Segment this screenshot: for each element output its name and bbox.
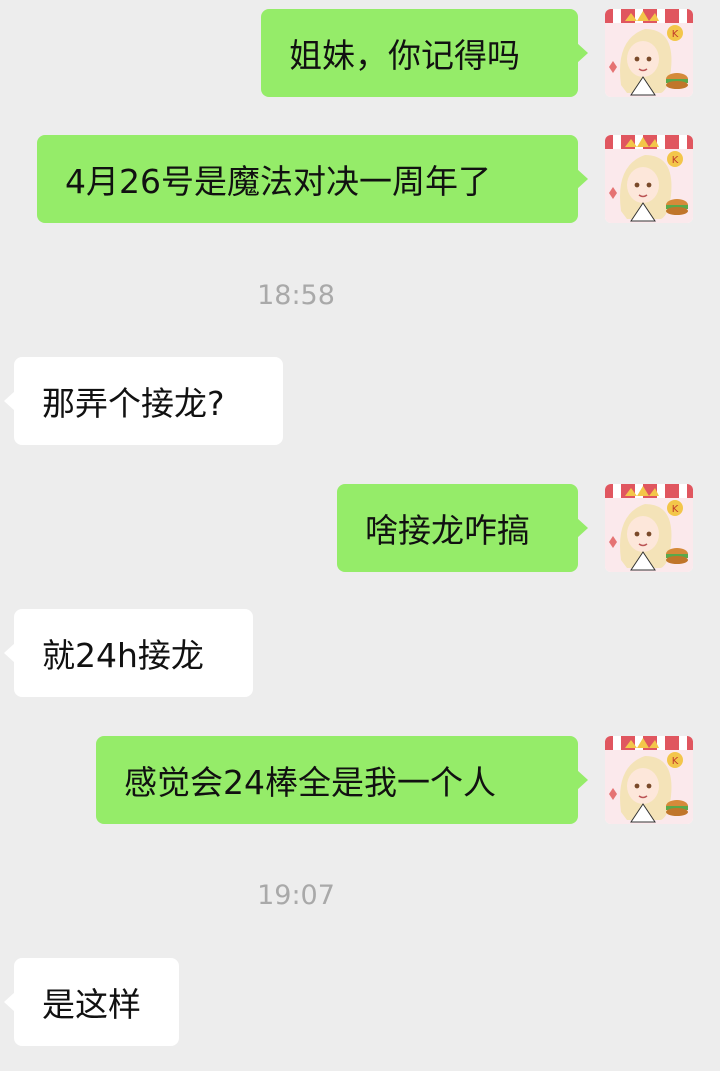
message-text: 那弄个接龙? bbox=[42, 384, 225, 423]
user-avatar[interactable]: K bbox=[605, 9, 693, 97]
message-bubble-outgoing[interactable]: 感觉会24棒全是我一个人 bbox=[96, 736, 588, 824]
avatar-badge-text: K bbox=[672, 29, 679, 40]
message-bubble-incoming[interactable]: 那弄个接龙? bbox=[4, 357, 283, 445]
anime-character-avatar-icon: K bbox=[605, 736, 693, 824]
message-text: 是这样 bbox=[42, 985, 141, 1024]
message-bubble-incoming[interactable]: 是这样 bbox=[4, 958, 179, 1046]
message-row-outgoing: 啥接龙咋搞 K bbox=[0, 484, 720, 572]
message-text: 就24h接龙 bbox=[42, 636, 204, 675]
message-text: 啥接龙咋搞 bbox=[365, 511, 530, 550]
message-text: 4月26号是魔法对决一周年了 bbox=[65, 162, 491, 201]
user-avatar[interactable]: K bbox=[605, 135, 693, 223]
message-bubble-incoming[interactable]: 就24h接龙 bbox=[4, 609, 253, 697]
message-row-outgoing: 感觉会24棒全是我一个人 K bbox=[0, 736, 720, 824]
message-row-incoming: 那弄个接龙? bbox=[0, 357, 720, 445]
message-bubble-outgoing[interactable]: 4月26号是魔法对决一周年了 bbox=[37, 135, 588, 223]
timestamp: 18:58 bbox=[257, 280, 335, 311]
avatar-badge-text: K bbox=[672, 756, 679, 767]
anime-character-avatar-icon: K bbox=[605, 484, 693, 572]
avatar-badge-text: K bbox=[672, 155, 679, 166]
message-text: 感觉会24棒全是我一个人 bbox=[124, 763, 496, 802]
message-row-incoming: 是这样 bbox=[0, 958, 720, 1046]
anime-character-avatar-icon: K bbox=[605, 135, 693, 223]
message-row-outgoing: 姐妹，你记得吗 K bbox=[0, 9, 720, 97]
timestamp: 19:07 bbox=[257, 880, 335, 911]
message-bubble-outgoing[interactable]: 啥接龙咋搞 bbox=[337, 484, 588, 572]
message-row-outgoing: 4月26号是魔法对决一周年了 K bbox=[0, 135, 720, 223]
message-text: 姐妹，你记得吗 bbox=[289, 36, 520, 75]
user-avatar[interactable]: K bbox=[605, 484, 693, 572]
message-bubble-outgoing[interactable]: 姐妹，你记得吗 bbox=[261, 9, 588, 97]
message-row-incoming: 就24h接龙 bbox=[0, 609, 720, 697]
anime-character-avatar-icon: K bbox=[605, 9, 693, 97]
avatar-badge-text: K bbox=[672, 504, 679, 515]
user-avatar[interactable]: K bbox=[605, 736, 693, 824]
